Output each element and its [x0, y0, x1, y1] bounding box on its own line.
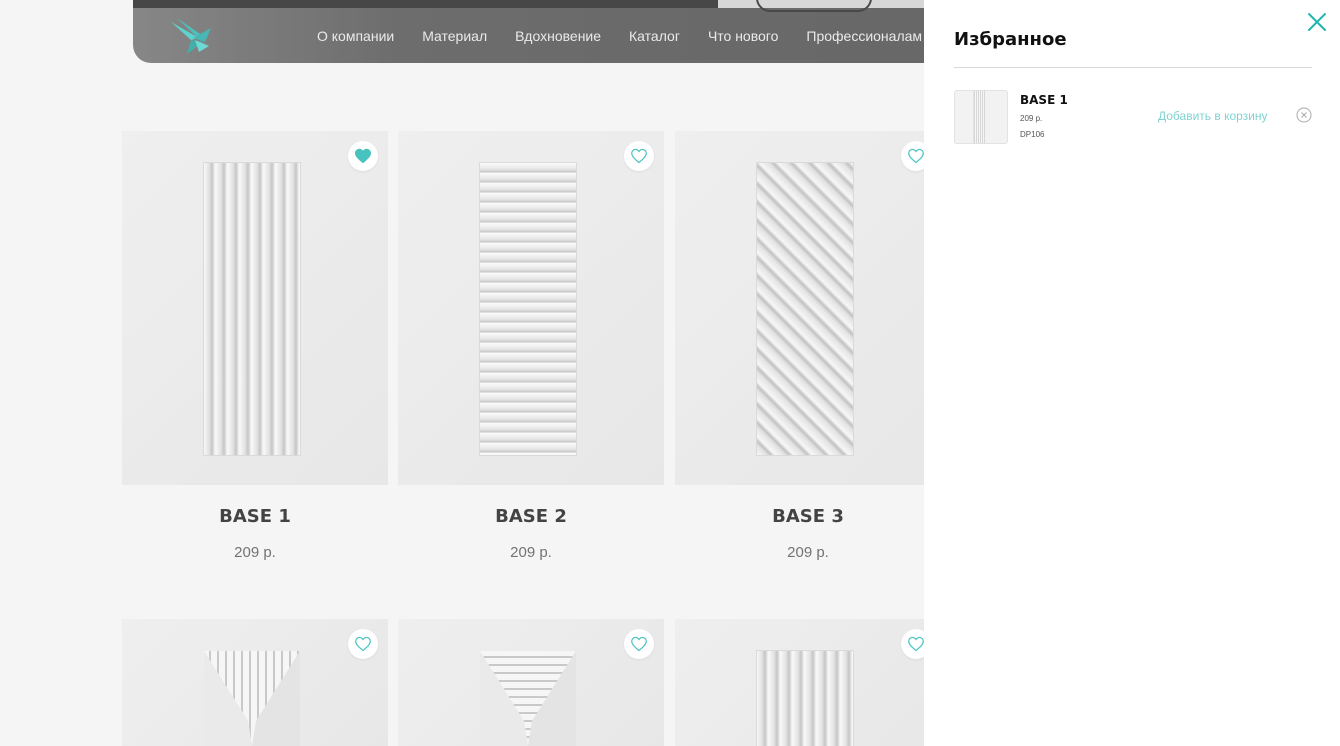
product-card-base-3[interactable] [675, 131, 941, 485]
page: О компании Материал Вдохновение Каталог … [0, 0, 1340, 746]
product-card[interactable] [122, 619, 388, 746]
heart-outline-icon [631, 636, 647, 652]
favorite-item-code: DP106 [1020, 130, 1045, 139]
favorite-item: BASE 1 209 р. DP106 Добавить в корзину [954, 90, 1312, 144]
main-nav: О компании Материал Вдохновение Каталог … [317, 28, 950, 44]
remove-circle-icon[interactable] [1296, 107, 1312, 123]
heart-outline-icon [908, 636, 924, 652]
product-title[interactable]: BASE 2 [398, 506, 664, 527]
product-image[interactable] [480, 163, 576, 455]
product-image[interactable] [757, 163, 853, 455]
heart-outline-icon [631, 148, 647, 164]
heart-outline-icon [355, 636, 371, 652]
product-image[interactable] [480, 651, 576, 746]
favorite-toggle[interactable] [348, 629, 378, 659]
favorite-item-thumbnail[interactable] [954, 90, 1008, 144]
product-title[interactable]: BASE 3 [675, 506, 941, 527]
favorite-item-name[interactable]: BASE 1 [1020, 93, 1068, 107]
hero-image-shape [756, 0, 872, 12]
nav-item-material[interactable]: Материал [422, 28, 487, 44]
favorite-toggle[interactable] [624, 629, 654, 659]
product-title[interactable]: BASE 1 [122, 506, 388, 527]
product-image[interactable] [204, 163, 300, 455]
favorite-toggle[interactable] [624, 141, 654, 171]
drawer-title: Избранное [954, 29, 1067, 50]
product-card-base-1[interactable] [122, 131, 388, 485]
nav-item-professionals[interactable]: Профессионалам [806, 28, 922, 44]
nav-item-about[interactable]: О компании [317, 28, 394, 44]
product-card-base-2[interactable] [398, 131, 664, 485]
product-price: 209 р. [510, 544, 552, 561]
product-price: 209 р. [234, 544, 276, 561]
product-price: 209 р. [787, 544, 829, 561]
product-image[interactable] [204, 651, 300, 746]
top-navigation-bar: О компании Материал Вдохновение Каталог … [133, 0, 1033, 63]
nav-item-catalog[interactable]: Каталог [629, 28, 680, 44]
product-card[interactable] [398, 619, 664, 746]
favorite-item-price: 209 р. [1020, 114, 1043, 123]
nav-item-inspiration[interactable]: Вдохновение [515, 28, 601, 44]
nav-item-whats-new[interactable]: Что нового [708, 28, 778, 44]
close-icon[interactable] [1307, 12, 1327, 32]
favorite-toggle[interactable] [348, 141, 378, 171]
favorites-drawer: Избранное BASE 1 209 р. DP106 Добавить в… [924, 0, 1340, 746]
swallow-logo-icon[interactable] [169, 16, 213, 56]
add-to-cart-link[interactable]: Добавить в корзину [1158, 109, 1268, 123]
drawer-divider [954, 67, 1312, 68]
heart-outline-icon [908, 148, 924, 164]
heart-filled-icon [355, 148, 371, 164]
product-image[interactable] [757, 651, 853, 746]
product-card[interactable] [675, 619, 941, 746]
